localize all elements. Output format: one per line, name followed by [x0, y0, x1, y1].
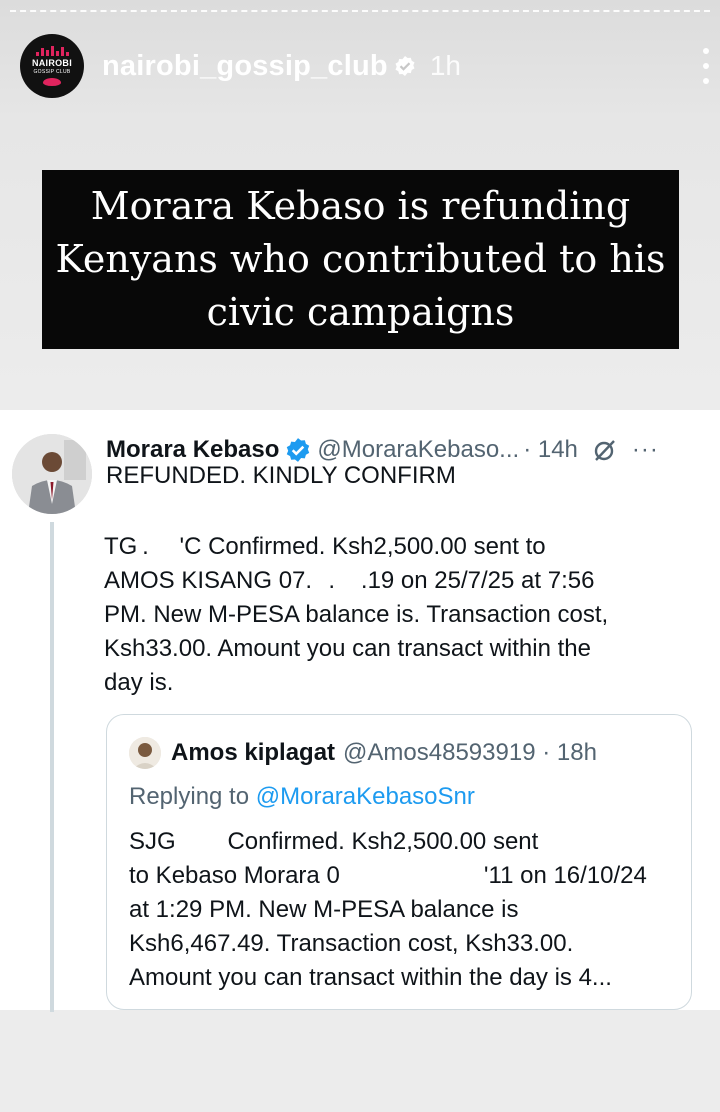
tweet-more-icon[interactable]: ··· [632, 436, 659, 464]
replying-to-link[interactable]: @MoraraKebasoSnr [256, 783, 475, 810]
verified-badge-icon [394, 55, 416, 77]
headline-line: civic campaigns [206, 290, 515, 334]
quoted-avatar[interactable] [129, 737, 161, 769]
quoted-tweet[interactable]: Amos kiplagat @Amos48593919 · 18h Replyi… [106, 714, 692, 1010]
story-header: NAIROBI GOSSIP CLUB nairobi_gossip_club … [20, 34, 700, 98]
story-time: 1h [429, 50, 461, 81]
logo-subtext: GOSSIP CLUB [33, 69, 71, 75]
replying-prefix: Replying to [129, 783, 250, 810]
story-username[interactable]: nairobi_gossip_club [102, 50, 388, 83]
story-progress-bar [10, 10, 710, 16]
tweet-text: REFUNDED. KINDLY CONFIRM [106, 462, 456, 489]
quoted-body-line: Amount you can transact within the day i… [129, 964, 612, 991]
headline-line: Morara Kebaso is refunding [90, 184, 631, 228]
grok-icon[interactable] [592, 437, 618, 463]
tweet-body: TG . 'C Confirmed. Ksh2,500.00 sent to A… [104, 530, 684, 700]
quoted-tweet-header: Amos kiplagat @Amos48593919 · 18h [129, 737, 597, 769]
tweet-body-line: TG . 'C Confirmed. Ksh2,500.00 sent to [104, 533, 546, 560]
quoted-handle[interactable]: @Amos48593919 · 18h [343, 739, 597, 767]
quoted-body-line: at 1:29 PM. New M-PESA balance is [129, 896, 519, 923]
quoted-body-line: SJG Confirmed. Ksh2,500.00 sent [129, 828, 539, 855]
replying-to: Replying to @MoraraKebasoSnr [129, 783, 475, 811]
account-avatar[interactable]: NAIROBI GOSSIP CLUB [20, 34, 84, 98]
tweet-handle[interactable]: @MoraraKebaso... [317, 436, 519, 464]
thread-line [50, 522, 54, 1012]
verified-badge-icon [287, 438, 310, 462]
headline-line: Kenyans who contributed to his [55, 237, 666, 281]
tweet-body-line: AMOS KISANG 07. . .19 on 25/7/25 at 7:56 [104, 567, 595, 594]
quoted-author-name[interactable]: Amos kiplagat [171, 739, 335, 767]
quoted-body-line: Ksh6,467.49. Transaction cost, Ksh33.00. [129, 930, 574, 957]
headline-banner: Morara Kebaso is refunding Kenyans who c… [42, 170, 679, 349]
tweet-author-name[interactable]: Morara Kebaso [106, 436, 279, 464]
logo-bars-icon [35, 46, 69, 56]
lips-icon [43, 78, 61, 86]
tweet-time: · 14h [523, 436, 578, 463]
quoted-body: SJG Confirmed. Ksh2,500.00 sent to Kebas… [129, 825, 679, 995]
tweet-body-line: Ksh33.00. Amount you can transact within… [104, 635, 591, 662]
vertical-dots-icon[interactable] [702, 48, 710, 84]
tweet-body-line: PM. New M-PESA balance is. Transaction c… [104, 601, 609, 628]
tweet-avatar[interactable] [12, 434, 92, 514]
logo-text: NAIROBI [31, 58, 73, 68]
tweet-body-line: day is. [104, 669, 174, 696]
quoted-body-line: to Kebaso Morara 0 '11 on 16/10/24 [129, 862, 647, 889]
